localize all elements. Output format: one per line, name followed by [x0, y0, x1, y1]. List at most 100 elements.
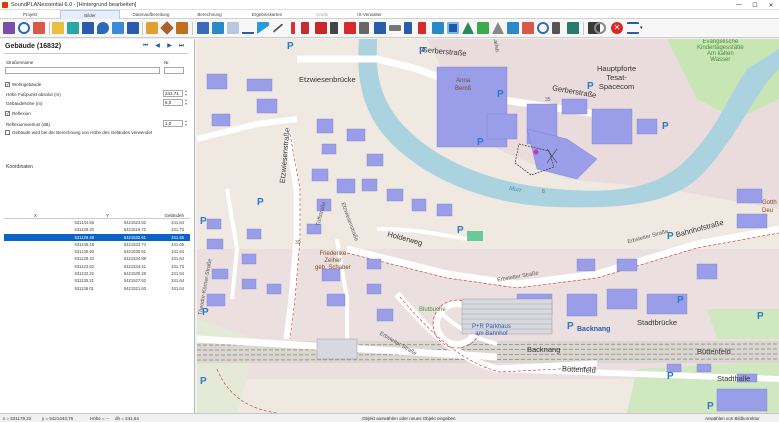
barrier-icon[interactable] — [301, 22, 309, 34]
table-row[interactable]: 531135.21 5421527.52 241.64 — [4, 277, 190, 284]
residential-label: Wohngebäude — [12, 82, 42, 87]
save-icon[interactable] — [3, 22, 15, 34]
last-record-button[interactable]: ⏭ — [178, 43, 185, 50]
cell-y: 5421532.61 — [123, 234, 146, 240]
toolbar: ✕ ▾ — [0, 19, 779, 41]
layers-icon[interactable] — [67, 22, 79, 34]
house-3d-icon[interactable] — [212, 22, 224, 34]
road-icon[interactable] — [389, 25, 401, 31]
close-button[interactable]: ✕ — [763, 0, 779, 10]
map-canvas[interactable]: PPP PPP PPP PPP PPP PP Gerberstraße Gerb… — [197, 39, 779, 413]
angle-icon[interactable] — [242, 22, 254, 34]
building-height-spinner[interactable]: ▲ ▼ — [184, 98, 188, 106]
reflection-loss-spinner[interactable]: ▲ ▼ — [184, 119, 188, 127]
table-row[interactable]: 531126.48 5421532.61 241.65 — [4, 233, 190, 241]
dot-icon[interactable] — [537, 22, 549, 34]
water-icon[interactable] — [507, 22, 519, 34]
absolute-height-input[interactable]: 241.71 — [163, 90, 183, 97]
table-row[interactable]: 531144.55 5421523.52 241.64 — [4, 219, 190, 226]
tab-is-verwalter[interactable]: IS-Verwalter — [347, 10, 392, 19]
polygon-icon[interactable] — [146, 22, 158, 34]
chevron-down-icon[interactable]: ▾ — [640, 22, 646, 34]
cell-y: 5421527.52 — [123, 278, 146, 284]
building-icon[interactable] — [197, 22, 209, 34]
residential-checkbox[interactable]: ✓ — [5, 82, 10, 87]
pen-icon[interactable] — [33, 22, 45, 34]
panel-title: Gebäude (16832) — [5, 43, 62, 50]
receiver-icon[interactable] — [404, 22, 412, 34]
reflection-checkbox[interactable]: ✓ — [5, 111, 10, 116]
pin-icon[interactable] — [97, 22, 109, 34]
marker2-icon[interactable] — [552, 22, 560, 34]
point-source-icon[interactable] — [418, 22, 426, 34]
house-icon[interactable] — [447, 22, 459, 34]
cell-spacer — [4, 248, 54, 255]
tab-grafik[interactable]: Grafik — [297, 10, 347, 19]
cell-x: 531132.22 — [74, 271, 94, 277]
cell-y: 5421523.52 — [123, 220, 146, 225]
column-height: Geländeh — [164, 213, 184, 218]
cell-h: 241.73 — [171, 227, 184, 233]
first-record-button[interactable]: ⏮ — [142, 43, 149, 50]
tab-datenaufbereitung[interactable]: Datenaufbereitung — [120, 10, 182, 19]
label-blutbuche: Blutbuche — [419, 307, 446, 313]
delete-icon[interactable]: ✕ — [611, 22, 623, 34]
road-source-icon[interactable] — [344, 22, 356, 34]
settings-icon[interactable] — [594, 22, 606, 34]
parking-icon[interactable] — [374, 22, 386, 34]
tree-icon[interactable] — [330, 22, 338, 34]
maximize-button[interactable]: ☐ — [747, 0, 763, 10]
table-row[interactable]: 531126.20 5421519.72 241.73 — [4, 226, 190, 233]
building-height-input[interactable]: 6,0 — [163, 99, 183, 106]
table-row[interactable]: 531128.42 5421534.88 241.64 — [4, 255, 190, 262]
area-source-icon[interactable] — [522, 22, 534, 34]
noise-barrier-icon[interactable] — [291, 22, 295, 34]
table-row[interactable]: 531124.62 5421534.41 241.73 — [4, 263, 190, 270]
title-bar: SoundPLANessential 6.0 - [Hintergrund be… — [0, 0, 779, 10]
area-icon[interactable] — [176, 22, 188, 34]
vegetation-icon[interactable] — [477, 22, 489, 34]
prev-record-button[interactable]: ◀ — [154, 43, 161, 50]
minimize-button[interactable]: — — [731, 0, 747, 10]
tab-bilder[interactable]: Bilder — [60, 10, 120, 19]
marker-icon[interactable] — [112, 22, 124, 34]
wall-icon[interactable] — [227, 22, 239, 34]
table-row[interactable]: 531145.18 5421533.74 241.65 — [4, 241, 190, 248]
table-row[interactable]: 531136.01 5421521.63 241.64 — [4, 285, 190, 292]
slope-icon[interactable] — [257, 22, 269, 34]
image-icon[interactable] — [127, 22, 139, 34]
label-icon[interactable] — [567, 22, 579, 34]
undo-icon[interactable] — [18, 22, 30, 34]
rail-icon[interactable] — [359, 22, 369, 34]
menu-icon[interactable] — [627, 22, 639, 34]
hill-icon[interactable] — [492, 22, 504, 34]
svg-text:P: P — [757, 311, 764, 322]
cell-h: 241.65 — [171, 234, 184, 240]
label-etzwiesenbruecke: Etzwiesenbrücke — [299, 75, 356, 84]
reflection-loss-input[interactable]: 1,0 — [163, 120, 183, 127]
diamond-icon[interactable] — [160, 21, 174, 35]
cell-spacer — [4, 285, 54, 292]
svg-text:P: P — [477, 137, 484, 148]
label-friederike: Friederike Zeiher geb. Schaber — [315, 251, 351, 271]
terrain-icon[interactable] — [462, 22, 474, 34]
generic-calc-checkbox[interactable] — [5, 130, 10, 135]
absolute-height-spinner[interactable]: ▲ ▼ — [184, 89, 188, 97]
next-record-button[interactable]: ▶ — [166, 43, 173, 50]
grid-icon[interactable] — [432, 22, 444, 34]
source-icon[interactable] — [315, 22, 327, 34]
tab-berechnung[interactable]: Berechnung — [182, 10, 237, 19]
street-input[interactable] — [5, 67, 160, 74]
page-icon[interactable] — [82, 22, 94, 34]
tab-projekt[interactable]: Projekt — [0, 10, 60, 19]
building-height-label: Gebäudehöhe (m) — [6, 101, 43, 106]
label-buettenfeld-2: Büttenfeld — [561, 364, 596, 375]
tab-ergebniskarten[interactable]: Ergebniskarten — [237, 10, 297, 19]
folder-icon[interactable] — [52, 22, 64, 34]
number-input[interactable] — [164, 67, 184, 74]
line-icon[interactable] — [272, 23, 290, 41]
label-hauptpforte: Hauptpforte Tesat- Spacecom — [597, 64, 637, 91]
table-row[interactable]: 531135.60 5421530.51 241.64 — [4, 248, 190, 255]
cell-y: 5421519.72 — [123, 227, 146, 233]
table-row[interactable]: 531132.22 5421530.28 241.64 — [4, 270, 190, 277]
